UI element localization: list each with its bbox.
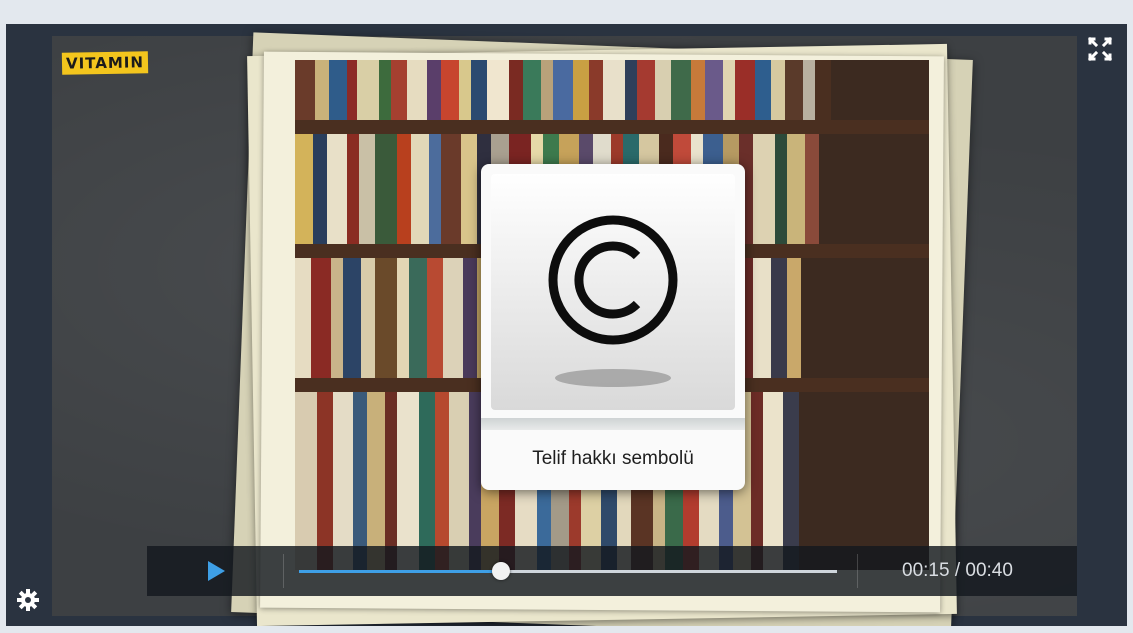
shelf-1	[295, 120, 929, 134]
controls-divider-right	[857, 554, 858, 588]
card-image-area	[491, 174, 735, 410]
page: Telif hakkı sembolü 00:15 / 00:40 VITAMI…	[0, 0, 1133, 633]
play-button[interactable]	[203, 558, 229, 584]
card-divider	[481, 418, 745, 430]
video-player[interactable]: Telif hakkı sembolü 00:15 / 00:40 VITAMI…	[6, 24, 1127, 626]
time-display: 00:15 / 00:40	[902, 546, 1013, 596]
copyright-icon	[548, 215, 678, 387]
fullscreen-icon	[1087, 36, 1113, 62]
play-icon	[208, 561, 225, 581]
vitamin-logo: VITAMIN	[61, 51, 149, 75]
card-caption: Telif hakkı sembolü	[532, 448, 694, 469]
video-stage[interactable]: Telif hakkı sembolü 00:15 / 00:40	[52, 32, 1077, 626]
seek-bar[interactable]	[299, 562, 837, 580]
duration: 00:40	[965, 560, 1013, 581]
fullscreen-button[interactable]	[1087, 36, 1113, 62]
seek-handle[interactable]	[491, 562, 510, 580]
time-separator: /	[949, 560, 966, 581]
controls-divider-left	[283, 554, 284, 588]
player-controls: 00:15 / 00:40	[147, 546, 1077, 596]
info-card: Telif hakkı sembolü	[481, 164, 745, 490]
gear-icon	[17, 589, 39, 611]
settings-button[interactable]	[16, 588, 40, 612]
books-row-1	[295, 60, 929, 120]
current-time: 00:15	[902, 560, 950, 581]
top-bar	[0, 0, 1133, 24]
seek-progress	[299, 570, 501, 573]
